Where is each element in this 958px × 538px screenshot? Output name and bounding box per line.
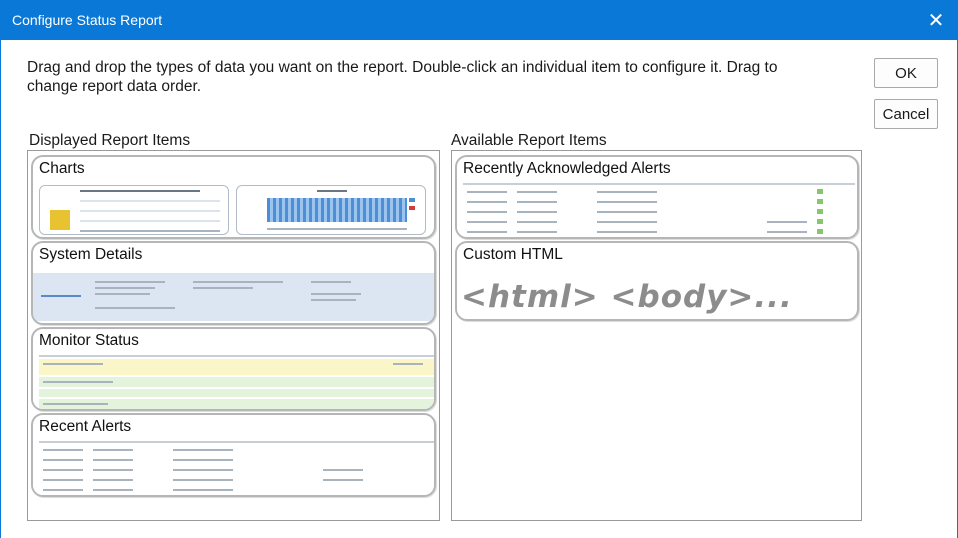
report-item-recent-alerts[interactable]: Recent Alerts bbox=[31, 413, 436, 497]
available-items-label: Available Report Items bbox=[451, 132, 607, 149]
charts-thumbnail-right bbox=[236, 185, 426, 235]
report-item-title: System Details bbox=[39, 246, 143, 263]
report-item-custom-html[interactable]: Custom HTML <html> <body>... bbox=[455, 241, 859, 321]
ok-button[interactable]: OK bbox=[874, 58, 938, 88]
displayed-items-label: Displayed Report Items bbox=[29, 132, 191, 149]
report-item-title: Monitor Status bbox=[39, 332, 139, 349]
cancel-button[interactable]: Cancel bbox=[874, 99, 938, 129]
custom-html-preview: <html> <body>... bbox=[461, 279, 793, 315]
report-item-title: Recently Acknowledged Alerts bbox=[463, 160, 671, 177]
instructions-text: Drag and drop the types of data you want… bbox=[27, 59, 778, 95]
report-item-title: Recent Alerts bbox=[39, 418, 132, 435]
window-border-left bbox=[0, 40, 1, 538]
report-item-system-details[interactable]: System Details bbox=[31, 241, 436, 325]
monitor-status-thumbnail bbox=[33, 353, 434, 409]
report-item-recently-acknowledged-alerts[interactable]: Recently Acknowledged Alerts bbox=[455, 155, 859, 239]
system-details-thumbnail bbox=[33, 273, 434, 321]
report-item-title: Custom HTML bbox=[463, 246, 563, 263]
recent-alerts-thumbnail bbox=[33, 439, 434, 495]
acknowledged-alerts-thumbnail bbox=[457, 181, 857, 237]
report-item-charts[interactable]: Charts bbox=[31, 155, 436, 239]
report-item-monitor-status[interactable]: Monitor Status bbox=[31, 327, 436, 411]
report-item-title: Charts bbox=[39, 160, 85, 177]
window-title: Configure Status Report bbox=[12, 12, 163, 28]
close-icon[interactable]: ✕ bbox=[914, 0, 958, 40]
displayed-items-list[interactable]: Charts System Details Monitor Status Rec… bbox=[27, 150, 440, 521]
charts-thumbnail-left bbox=[39, 185, 229, 235]
available-items-list[interactable]: Recently Acknowledged Alerts Custom HTML… bbox=[451, 150, 862, 521]
title-bar: Configure Status Report ✕ bbox=[0, 0, 958, 40]
